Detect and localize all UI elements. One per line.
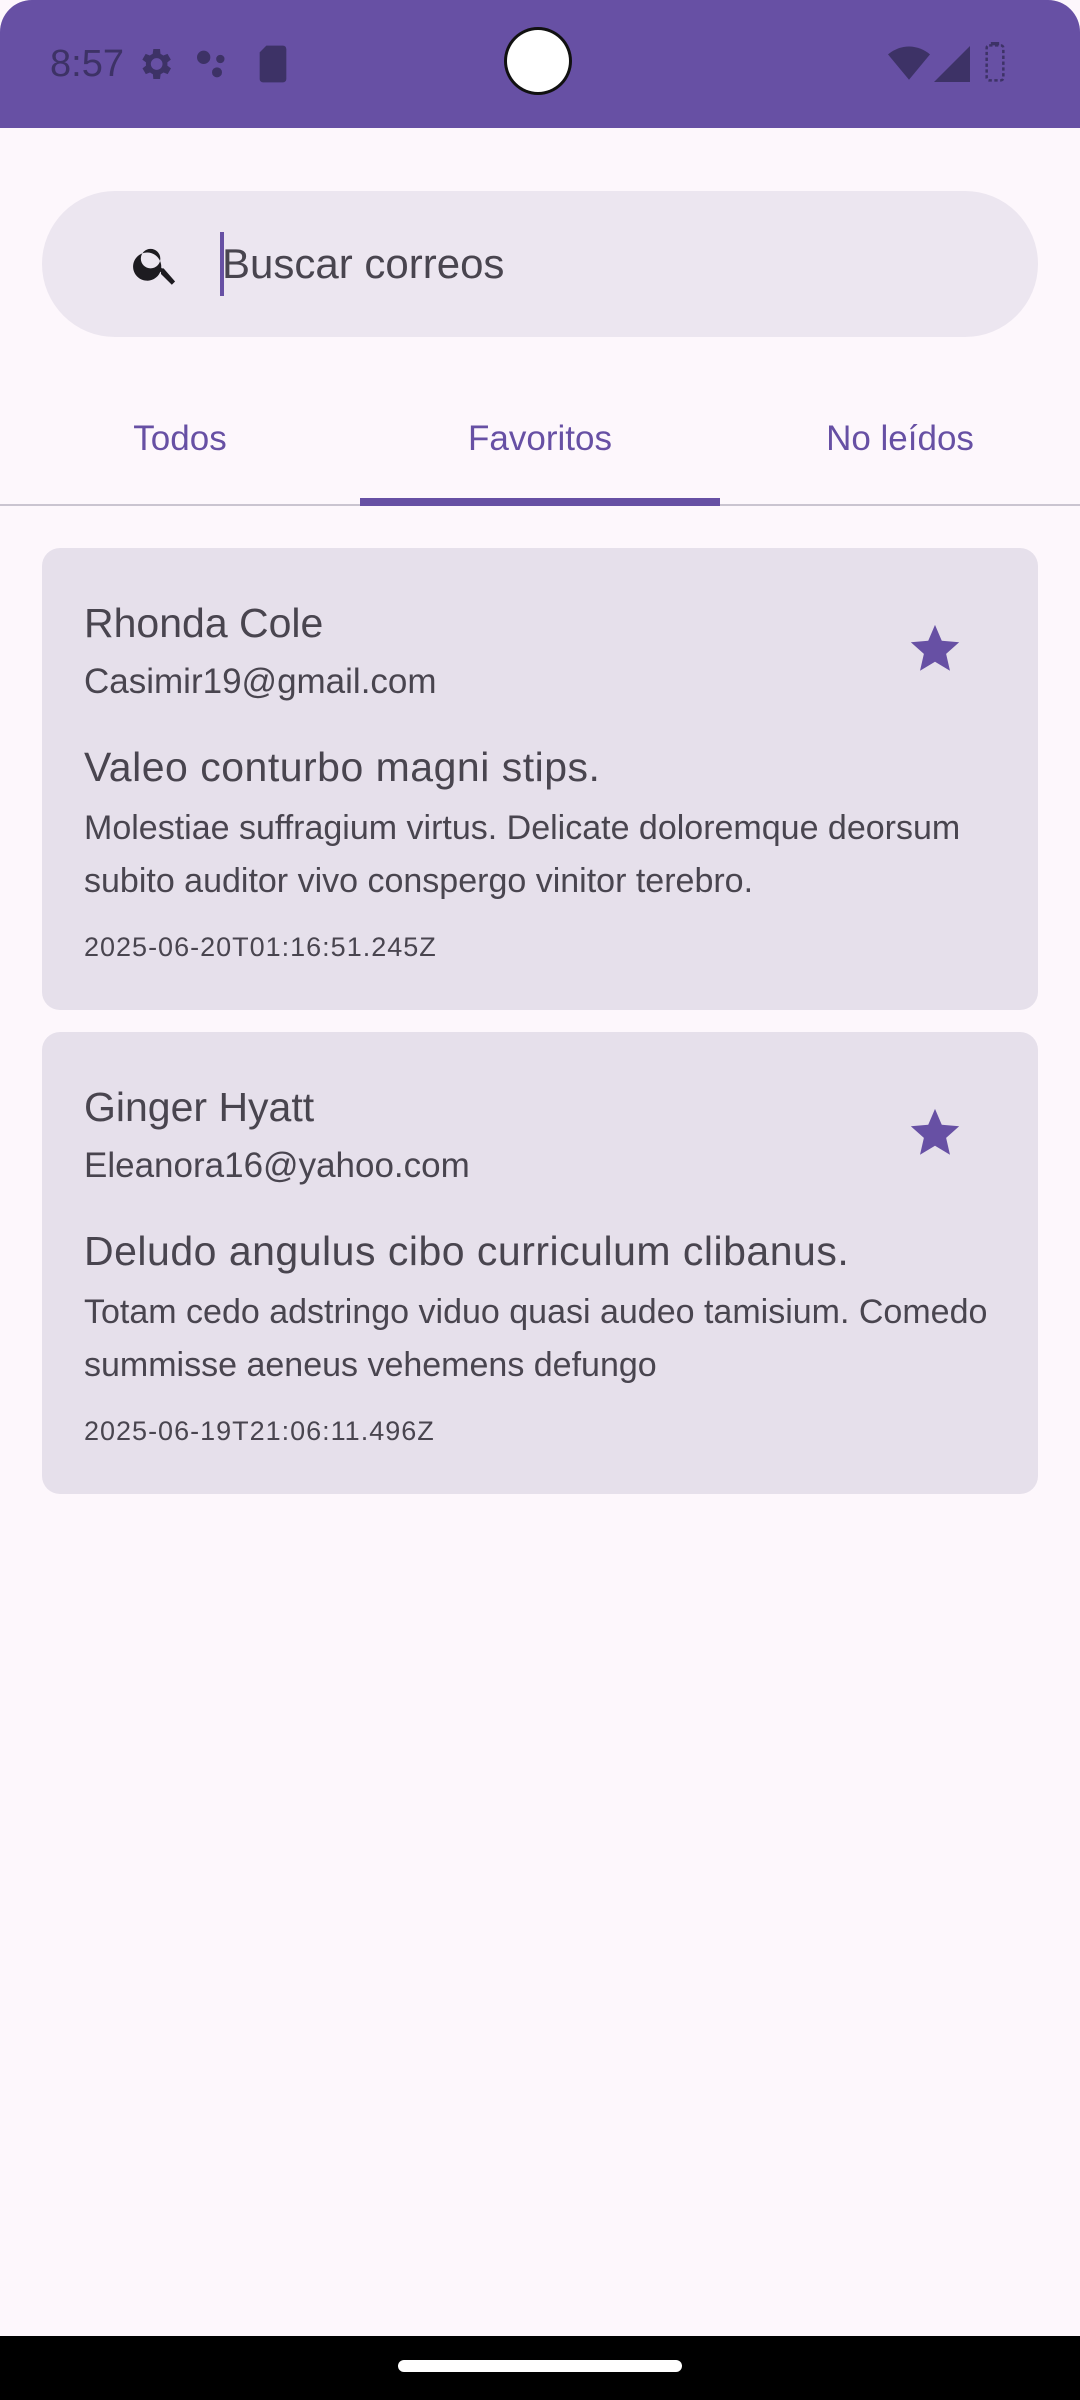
assistant-dots-icon — [197, 50, 225, 78]
email-date: 2025-06-19T21:06:11.496Z — [84, 1416, 435, 1446]
wifi-icon — [888, 46, 930, 80]
email-preview: Totam cedo adstringo viduo quasi audeo t… — [84, 1293, 988, 1384]
tab-bar: Todos Favoritos No leídos — [0, 380, 1080, 506]
sd-card-icon — [259, 45, 287, 83]
status-time: 8:57 — [50, 43, 124, 85]
email-card[interactable]: Rhonda Cole Casimir19@gmail.com Valeo co… — [42, 548, 1038, 1010]
search-icon[interactable] — [130, 238, 182, 290]
email-card[interactable]: Ginger Hyatt Eleanora16@yahoo.com Deludo… — [42, 1032, 1038, 1494]
sender-email: Casimir19@gmail.com — [84, 662, 437, 701]
navigation-bar — [0, 2336, 1080, 2400]
battery-icon — [985, 42, 1005, 82]
tab-no-leidos[interactable]: No leídos — [720, 380, 1080, 504]
search-bar[interactable] — [42, 191, 1038, 337]
sender-email: Eleanora16@yahoo.com — [84, 1146, 470, 1185]
camera-cutout — [507, 30, 569, 92]
email-preview: Molestiae suffragium virtus. Delicate do… — [84, 809, 961, 900]
email-date: 2025-06-20T01:16:51.245Z — [84, 932, 437, 962]
email-subject: Valeo conturbo magni stips. — [84, 744, 601, 790]
tab-label: No leídos — [826, 419, 974, 458]
search-input[interactable] — [222, 231, 1002, 297]
star-icon[interactable] — [906, 620, 964, 678]
tab-label: Todos — [133, 419, 227, 458]
sender-name: Ginger Hyatt — [84, 1084, 315, 1130]
cellular-signal-icon — [934, 46, 970, 82]
star-icon[interactable] — [906, 1104, 964, 1162]
email-subject: Deludo angulus cibo curriculum clibanus. — [84, 1228, 850, 1274]
tab-favoritos[interactable]: Favoritos — [360, 380, 720, 506]
tab-todos[interactable]: Todos — [0, 380, 360, 504]
status-bar: 8:57 — [0, 0, 1080, 128]
settings-gear-icon — [142, 49, 171, 79]
sender-name: Rhonda Cole — [84, 600, 324, 646]
home-gesture-handle[interactable] — [398, 2360, 682, 2372]
tab-selected-indicator — [360, 498, 720, 506]
tab-label: Favoritos — [468, 419, 612, 458]
